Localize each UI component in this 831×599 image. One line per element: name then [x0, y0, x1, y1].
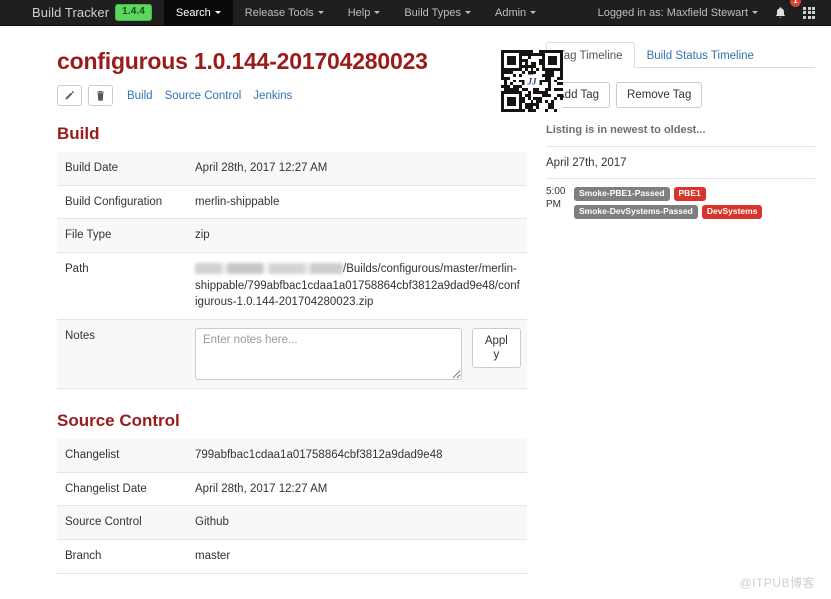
section-title-build: Build	[57, 124, 100, 143]
chevron-down-icon	[752, 11, 758, 14]
nav-item-search[interactable]: Search	[163, 0, 233, 25]
version-badge: 1.4.4	[115, 4, 152, 21]
chevron-down-icon	[374, 11, 381, 14]
table-row: Path /Builds/configurous/master/merlin-s…	[57, 253, 527, 320]
table-row-notes: Notes Apply	[57, 319, 527, 389]
user-menu[interactable]: Logged in as: Maxfield Stewart	[590, 0, 766, 25]
page-title: configurous 1.0.144-201704280023	[57, 48, 428, 74]
timeline-date: April 27th, 2017	[546, 157, 815, 179]
nav-item-release-tools[interactable]: Release Tools	[233, 0, 336, 25]
build-details-table: Build Date April 28th, 2017 12:27 AM Bui…	[57, 152, 527, 389]
qr-code-image: JJ	[501, 50, 563, 112]
sidebar-panel: Tag Timeline Build Status Timeline Add T…	[540, 34, 831, 599]
status-badge[interactable]: PBE1	[673, 187, 706, 201]
app-root: Build Tracker 1.4.4 Search Release Tools…	[0, 0, 831, 599]
timeline-entry-time: 5:00 PM	[546, 186, 566, 210]
user-menu-label: Logged in as: Maxfield Stewart	[597, 6, 748, 19]
table-row: Branch master	[57, 540, 527, 574]
chevron-down-icon	[530, 11, 537, 14]
navbar-left: Build Tracker 1.4.4 Search Release Tools…	[28, 0, 548, 25]
nav-item-admin[interactable]: Admin	[483, 0, 548, 25]
timeline-group: April 27th, 2017 5:00 PM Smoke-PBE1-Pass…	[546, 157, 815, 219]
qr-code-logo: JJ	[524, 74, 540, 88]
row-value: merlin-shippable	[195, 195, 280, 208]
table-row: Changelist Date April 28th, 2017 12:27 A…	[57, 472, 527, 506]
section-build: Build Build Date April 28th, 2017 12:27 …	[57, 124, 540, 389]
row-value: April 28th, 2017 12:27 AM	[195, 162, 328, 174]
trash-icon	[95, 90, 106, 102]
top-navbar: Build Tracker 1.4.4 Search Release Tools…	[0, 0, 831, 26]
section-source-control: Source Control Changelist 799abfbac1cdaa…	[57, 411, 540, 574]
section-title-source-control: Source Control	[57, 411, 180, 431]
row-key: Path	[65, 263, 89, 276]
row-key: File Type	[65, 229, 112, 242]
row-key: Build Date	[65, 162, 119, 174]
notes-editor: Apply	[195, 328, 521, 381]
delete-build-button[interactable]	[88, 85, 113, 106]
page-content: configurous 1.0.144-201704280023 JJ Buil…	[0, 26, 831, 599]
table-row: Source Control Github	[57, 505, 527, 540]
apps-grid-icon	[803, 6, 815, 19]
row-value-path: /Builds/configurous/master/merlin-shippa…	[187, 253, 527, 320]
timeline-entry-tags: Smoke-PBE1-Passed PBE1 Smoke-DevSystems-…	[574, 186, 815, 219]
table-row: Changelist 799abfbac1cdaa1a01758864cbf38…	[57, 439, 527, 473]
watermark: @ITPUB博客	[739, 576, 815, 590]
anchor-link-source-control[interactable]: Source Control	[165, 90, 242, 102]
title-row: configurous 1.0.144-201704280023 JJ	[57, 48, 563, 112]
status-badge[interactable]: Smoke-PBE1-Passed	[574, 187, 670, 201]
table-row: File Type zip	[57, 218, 527, 253]
row-value: 799abfbac1cdaa1a01758864cbf3812a9dad9e48	[195, 449, 443, 462]
status-badge[interactable]: DevSystems	[701, 205, 763, 219]
nav-item-release-tools-label: Release Tools	[244, 6, 314, 19]
timeline-tabs: Tag Timeline Build Status Timeline	[546, 42, 815, 68]
chevron-down-icon	[464, 11, 471, 14]
navbar-right: Logged in as: Maxfield Stewart 1	[590, 0, 831, 25]
row-value: master	[195, 550, 231, 563]
apps-grid-button[interactable]	[795, 0, 823, 25]
redacted-host-blur	[195, 263, 343, 275]
row-key: Build Configuration	[65, 195, 163, 208]
row-value: Github	[195, 516, 229, 529]
table-row: Build Date April 28th, 2017 12:27 AM	[57, 152, 527, 186]
status-badge[interactable]: Smoke-DevSystems-Passed	[574, 205, 698, 219]
row-key: Branch	[65, 550, 102, 563]
brand-logo[interactable]: Build Tracker 1.4.4	[28, 0, 164, 25]
edit-build-button[interactable]	[57, 85, 82, 106]
notifications-button[interactable]: 1	[766, 0, 801, 25]
row-key: Changelist Date	[65, 482, 147, 495]
action-row: Build Source Control Jenkins	[57, 85, 540, 106]
anchor-link-build[interactable]: Build	[127, 90, 153, 102]
apply-notes-button[interactable]: Apply	[471, 328, 521, 369]
tag-actions: Add Tag Remove Tag	[546, 82, 815, 108]
chevron-down-icon	[214, 11, 221, 14]
anchor-links: Build Source Control Jenkins	[127, 90, 292, 102]
tab-build-status-timeline[interactable]: Build Status Timeline	[635, 42, 766, 68]
pencil-edit-icon	[64, 90, 75, 101]
nav-item-help[interactable]: Help	[336, 0, 393, 25]
row-key: Notes	[65, 330, 96, 343]
nav-item-admin-label: Admin	[494, 6, 527, 19]
row-key: Changelist	[65, 449, 120, 462]
table-row: Build Configuration merlin-shippable	[57, 185, 527, 219]
remove-tag-button[interactable]: Remove Tag	[616, 82, 703, 108]
listing-order-note: Listing is in newest to oldest...	[546, 124, 815, 147]
nav-item-build-types[interactable]: Build Types	[392, 0, 483, 25]
source-control-details-table: Changelist 799abfbac1cdaa1a01758864cbf38…	[57, 439, 527, 574]
nav-item-build-types-label: Build Types	[404, 6, 461, 19]
row-value: zip	[195, 229, 210, 242]
timeline-entry: 5:00 PM Smoke-PBE1-Passed PBE1 Smoke-Dev…	[546, 179, 815, 219]
bell-icon	[774, 6, 787, 20]
brand-name: Build Tracker	[32, 5, 110, 20]
notes-input[interactable]	[195, 328, 462, 381]
chevron-down-icon	[317, 11, 324, 14]
main-column: configurous 1.0.144-201704280023 JJ Buil…	[0, 34, 563, 599]
nav-item-help-label: Help	[347, 6, 371, 19]
anchor-link-jenkins[interactable]: Jenkins	[253, 90, 292, 102]
row-value: April 28th, 2017 12:27 AM	[195, 482, 328, 495]
row-key: Source Control	[65, 516, 142, 529]
nav-item-search-label: Search	[175, 6, 211, 19]
